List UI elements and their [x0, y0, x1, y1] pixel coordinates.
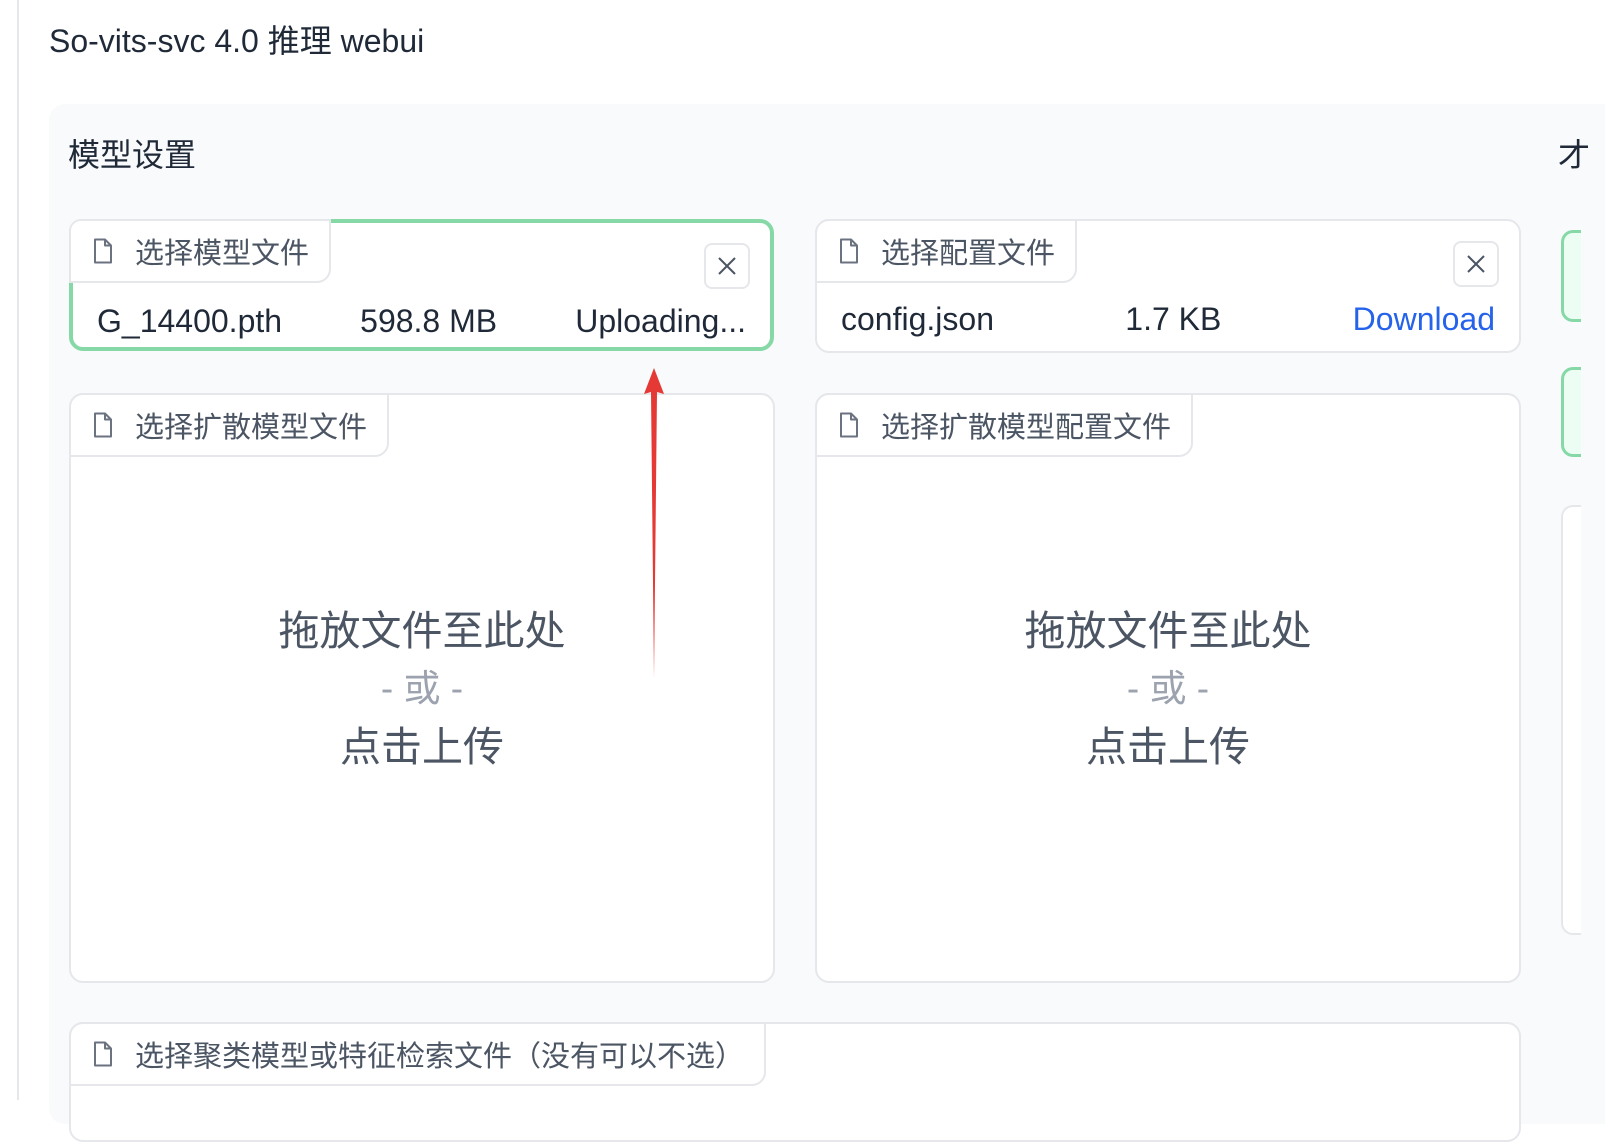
click-upload-text: 点击上传 [1086, 724, 1250, 770]
file-icon [94, 1041, 112, 1067]
right-column-card-3[interactable] [1561, 505, 1581, 935]
model-file-upload[interactable]: 选择模型文件 G_14400.pth 598.8 MB Uploading... [69, 219, 774, 351]
diffusion-config-label-tab: 选择扩散模型配置文件 [815, 393, 1194, 457]
close-icon [718, 257, 736, 275]
model-file-label-tab: 选择模型文件 [69, 219, 332, 283]
file-icon [840, 238, 858, 264]
config-file-upload[interactable]: 选择配置文件 config.json 1.7 KB Download [815, 219, 1521, 353]
diffusion-model-label: 选择扩散模型文件 [135, 412, 368, 444]
right-column-card-1[interactable] [1561, 230, 1581, 322]
config-file-size: 1.7 KB [1125, 300, 1222, 337]
config-file-clear-button[interactable] [1453, 241, 1499, 287]
model-file-row: G_14400.pth 598.8 MB Uploading... [97, 299, 746, 343]
config-file-label: 选择配置文件 [881, 238, 1056, 270]
click-upload-text: 点击上传 [340, 724, 504, 770]
file-icon [94, 238, 112, 264]
page-title: So-vits-svc 4.0 推理 webui [49, 23, 425, 59]
close-icon [1467, 255, 1485, 273]
model-settings-title: 模型设置 [68, 137, 197, 173]
right-panel-title: 才 [1558, 137, 1591, 173]
model-file-clear-button[interactable] [704, 243, 750, 289]
left-divider [17, 0, 19, 1100]
config-file-label-tab: 选择配置文件 [815, 219, 1078, 283]
diffusion-config-label: 选择扩散模型配置文件 [881, 412, 1172, 444]
file-icon [94, 412, 112, 438]
model-file-status: Uploading... [575, 302, 746, 339]
diffusion-config-dropzone[interactable]: 选择扩散模型配置文件 拖放文件至此处 - 或 - 点击上传 [815, 393, 1521, 983]
config-file-name: config.json [841, 300, 994, 337]
file-icon [840, 412, 858, 438]
cluster-model-dropzone[interactable]: 选择聚类模型或特征检索文件（没有可以不选） [69, 1022, 1521, 1142]
diffusion-model-label-tab: 选择扩散模型文件 [69, 393, 390, 457]
config-file-download-link[interactable]: Download [1353, 301, 1495, 338]
cluster-model-label-tab: 选择聚类模型或特征检索文件（没有可以不选） [69, 1022, 767, 1086]
annotation-arrow [644, 368, 664, 678]
or-text: - 或 - [1126, 668, 1210, 709]
right-column-card-2[interactable] [1561, 367, 1581, 457]
diffusion-config-drop-text: 拖放文件至此处 - 或 - 点击上传 [817, 603, 1519, 775]
cluster-model-label: 选择聚类模型或特征检索文件（没有可以不选） [135, 1041, 745, 1073]
model-file-label: 选择模型文件 [135, 238, 310, 270]
model-file-name: G_14400.pth [97, 302, 283, 339]
drop-here-text: 拖放文件至此处 [1024, 608, 1312, 654]
config-file-row: config.json 1.7 KB Download [841, 297, 1495, 341]
model-file-size: 598.8 MB [360, 302, 498, 339]
